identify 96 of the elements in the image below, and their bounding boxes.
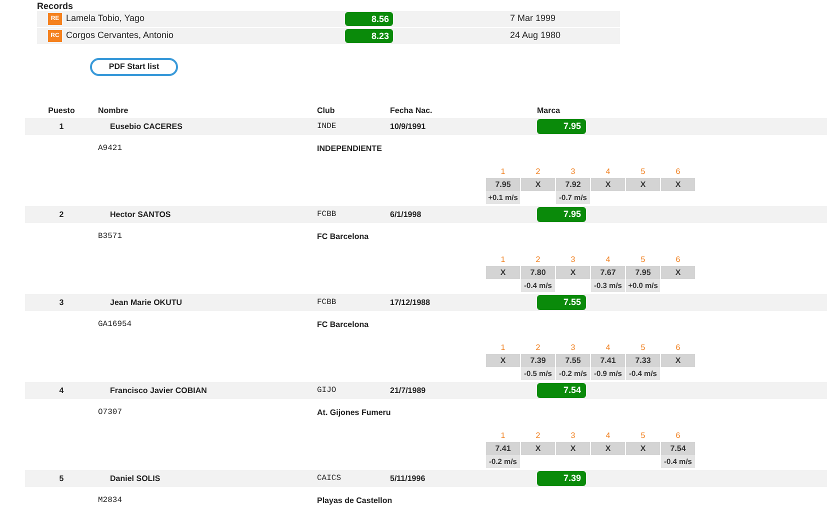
athlete-name: Jean Marie OKUTU (109, 296, 184, 308)
athlete-name: Hector SANTOS (109, 208, 172, 220)
attempt-mark: 7.55 (556, 354, 590, 367)
club-name: At. Gijones Fumeru (317, 406, 391, 418)
attempt-mark: 7.41 (591, 354, 625, 367)
attempt-mark: 7.95 (626, 266, 660, 279)
attempt-number: 4 (604, 430, 612, 442)
attempt-number: 6 (674, 166, 682, 178)
club-code: FCBB (317, 208, 338, 220)
place: 5 (58, 472, 65, 484)
attempt-number: 1 (500, 430, 506, 442)
place: 2 (58, 208, 65, 220)
licence-number: GA16954 (98, 318, 133, 330)
attempt-number: 4 (604, 342, 612, 354)
attempt-number: 5 (640, 254, 646, 266)
attempt-number: 2 (534, 430, 542, 442)
record-mark: 8.56 (345, 12, 393, 26)
mark-badge: 7.39 (537, 471, 586, 486)
column-header: Fecha Nac. (390, 105, 434, 117)
athlete-name: Daniel SOLIS (109, 472, 162, 484)
attempt-number: 1 (500, 166, 506, 178)
record-holder: Lamela Tobio, Yago (66, 12, 146, 26)
attempt-number: 3 (570, 342, 576, 354)
attempt-number: 1 (500, 342, 506, 354)
records-title: Records (37, 1, 74, 11)
club-code: GIJO (317, 384, 338, 396)
athlete-name: Francisco Javier COBIAN (109, 384, 208, 396)
mark-badge: 7.55 (537, 295, 586, 310)
attempt-mark: X (486, 266, 520, 279)
licence-number: B3571 (98, 230, 124, 242)
birth-date: 6/1/1998 (390, 208, 422, 220)
attempt-number: 4 (604, 254, 612, 266)
record-holder: Corgos Cervantes, Antonio (66, 29, 175, 42)
column-header: Puesto (47, 105, 76, 117)
column-header: Marca (537, 105, 560, 117)
attempt-mark: X (626, 442, 660, 455)
licence-number: M2834 (98, 494, 124, 506)
place: 1 (58, 120, 65, 132)
mark-badge: 7.54 (537, 383, 586, 398)
attempt-mark: X (591, 442, 625, 455)
record-date: 7 Mar 1999 (510, 12, 556, 26)
attempt-number: 3 (570, 166, 576, 178)
column-header: Club (317, 105, 336, 117)
attempt-number: 2 (534, 342, 542, 354)
club-code: INDE (317, 120, 338, 132)
attempt-number: 3 (570, 430, 576, 442)
attempt-mark: X (486, 354, 520, 367)
attempt-number: 4 (604, 166, 612, 178)
attempt-mark: 7.92 (556, 178, 590, 191)
attempt-number: 5 (640, 166, 646, 178)
attempt-mark: 7.67 (591, 266, 625, 279)
attempt-number: 6 (674, 430, 682, 442)
record-mark: 8.23 (345, 29, 393, 43)
attempt-mark: X (521, 178, 555, 191)
attempt-mark: X (626, 178, 660, 191)
licence-number: A9421 (98, 142, 124, 154)
attempt-number: 6 (674, 342, 682, 354)
attempt-mark: 7.39 (521, 354, 555, 367)
athlete-name: Eusebio CACERES (109, 120, 184, 132)
club-name: FC Barcelona (317, 318, 369, 330)
attempt-mark: 7.54 (661, 442, 695, 455)
club-name: FC Barcelona (317, 230, 369, 242)
attempt-number: 3 (570, 254, 576, 266)
mark-badge: 7.95 (537, 119, 586, 134)
attempt-mark: X (661, 266, 695, 279)
attempt-mark: 7.41 (486, 442, 520, 455)
club-name: Playas de Castellon (317, 494, 392, 506)
attempt-mark: 7.95 (486, 178, 520, 191)
birth-date: 21/7/1989 (390, 384, 427, 396)
birth-date: 10/9/1991 (390, 120, 427, 132)
attempt-mark: X (661, 178, 695, 191)
attempt-mark: X (556, 442, 590, 455)
birth-date: 17/12/1988 (390, 296, 432, 308)
attempt-mark: X (591, 178, 625, 191)
attempt-number: 1 (500, 254, 506, 266)
attempt-mark: X (521, 442, 555, 455)
record-date: 24 Aug 1980 (510, 29, 561, 42)
pdf-start-list-button[interactable]: PDF Start list (90, 58, 178, 76)
attempt-number: 6 (674, 254, 682, 266)
club-name: INDEPENDIENTE (317, 142, 382, 154)
attempt-mark: X (661, 354, 695, 367)
column-header: Nombre (98, 105, 130, 117)
attempt-number: 5 (640, 430, 646, 442)
attempt-number: 2 (534, 254, 542, 266)
attempt-mark: X (556, 266, 590, 279)
attempt-mark: 7.33 (626, 354, 660, 367)
place: 3 (58, 296, 65, 308)
place: 4 (58, 384, 65, 396)
licence-number: O7307 (98, 406, 124, 418)
attempt-number: 5 (640, 342, 646, 354)
club-code: FCBB (317, 296, 338, 308)
club-code: CAICS (317, 472, 342, 484)
attempt-number: 2 (534, 166, 542, 178)
mark-badge: 7.95 (537, 207, 586, 222)
birth-date: 5/11/1996 (390, 472, 426, 484)
attempt-mark: 7.80 (521, 266, 555, 279)
